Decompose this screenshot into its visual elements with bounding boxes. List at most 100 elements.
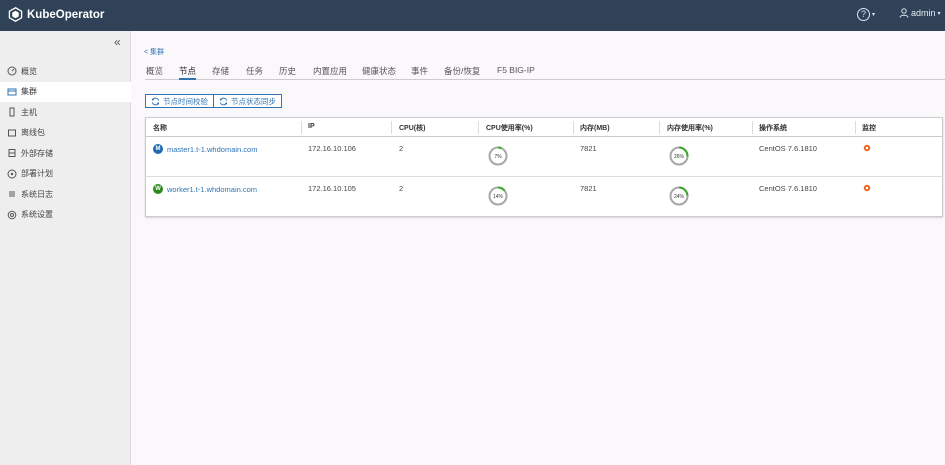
table-header: 名称 IP CPU(核) CPU使用率(%) 内存(MB) 内存使用率(%) 操… [146, 118, 942, 137]
column-header-memory-usage[interactable]: 内存使用率(%) [667, 123, 713, 133]
cpu-usage-value: 14% [493, 194, 504, 200]
tab-nodes[interactable]: 节点 [179, 65, 197, 80]
column-divider [855, 121, 856, 134]
table-row: M master1.t-1.whdomain.com 172.16.10.106… [146, 137, 942, 177]
node-name-link[interactable]: worker1.t-1.whdomain.com [167, 185, 257, 194]
cluster-tabs: 概览 节点 存储 任务 历史 内置应用 健康状态 事件 备份/恢复 F5 BIG… [145, 64, 945, 80]
tab-storage[interactable]: 存储 [212, 65, 229, 77]
node-role-badge: W [153, 184, 163, 194]
app-name: KubeOperator [27, 8, 105, 21]
column-divider [391, 121, 392, 134]
main-content: < 集群 概览 节点 存储 任务 历史 内置应用 健康状态 事件 备份/恢复 F… [131, 31, 945, 465]
user-name: admin [911, 8, 936, 18]
tab-tasks[interactable]: 任务 [246, 65, 263, 77]
tab-history[interactable]: 历史 [279, 65, 296, 77]
node-time-sync-button[interactable]: 节点时间校验 [145, 94, 214, 108]
sync-icon [151, 97, 160, 105]
sidebar-item-system-settings[interactable]: 系统设置 [0, 205, 131, 226]
nodes-table: 名称 IP CPU(核) CPU使用率(%) 内存(MB) 内存使用率(%) 操… [145, 117, 943, 217]
tab-f5-big-ip[interactable]: F5 BIG-IP [497, 65, 535, 75]
cpu-usage-ring: 14% [488, 186, 508, 206]
tab-builtin-apps[interactable]: 内置应用 [313, 65, 347, 77]
node-cpu: 2 [399, 184, 404, 193]
table-row: W worker1.t-1.whdomain.com 172.16.10.105… [146, 177, 942, 217]
node-ip: 172.16.10.106 [308, 144, 356, 153]
tab-health[interactable]: 健康状态 [362, 65, 396, 77]
node-ip: 172.16.10.105 [308, 184, 356, 193]
user-icon [899, 8, 909, 18]
column-header-name[interactable]: 名称 [153, 123, 167, 133]
node-action-buttons: 节点时间校验 节点状态同步 [145, 94, 282, 108]
kubeoperator-logo-icon [8, 7, 23, 22]
node-name-link[interactable]: master1.t-1.whdomain.com [167, 145, 257, 154]
help-menu[interactable]: ? ▾ [857, 8, 875, 21]
sidebar-item-label: 系统设置 [21, 210, 53, 220]
node-status-sync-label: 节点状态同步 [231, 96, 276, 106]
sidebar-item-offline-package[interactable]: 离线包 [0, 123, 131, 144]
sidebar-nav: 概览 集群 主机 离线包 外部存储 部署计划 系统日志 系统设置 [0, 61, 131, 225]
chevron-down-icon: ▾ [872, 12, 876, 18]
settings-icon [7, 210, 17, 220]
sidebar-item-label: 离线包 [21, 128, 45, 138]
memory-usage-ring: 24% [669, 186, 689, 206]
column-divider [573, 121, 574, 134]
host-icon [9, 107, 15, 117]
column-header-ip[interactable]: IP [308, 123, 315, 130]
sidebar-item-label: 系统日志 [21, 189, 53, 199]
tab-overview[interactable]: 概览 [146, 65, 163, 77]
dashboard-icon [7, 66, 17, 76]
sidebar-item-label: 集群 [21, 87, 37, 97]
column-header-cpu[interactable]: CPU(核) [399, 123, 425, 133]
top-bar: KubeOperator ? ▾ admin ▾ [0, 0, 945, 31]
node-name-cell: W worker1.t-1.whdomain.com [153, 184, 257, 194]
column-divider [478, 121, 479, 134]
memory-usage-value: 24% [674, 194, 685, 200]
sidebar-item-overview[interactable]: 概览 [0, 61, 131, 82]
node-time-sync-label: 节点时间校验 [163, 96, 208, 106]
column-header-os[interactable]: 操作系统 [759, 123, 787, 133]
sidebar-item-label: 外部存储 [21, 148, 53, 158]
cpu-usage-ring: 7% [488, 146, 508, 166]
node-role-badge: M [153, 144, 163, 154]
column-divider [301, 121, 302, 134]
grafana-monitor-icon[interactable] [863, 184, 871, 192]
sidebar-item-external-storage[interactable]: 外部存储 [0, 143, 131, 164]
app-logo[interactable]: KubeOperator [8, 7, 104, 22]
node-memory: 7821 [580, 144, 597, 153]
node-os: CentOS 7.6.1810 [759, 184, 817, 193]
sidebar-item-system-log[interactable]: 系统日志 [0, 184, 131, 205]
sidebar-item-host[interactable]: 主机 [0, 102, 131, 123]
cpu-usage-value: 7% [494, 154, 502, 160]
sidebar-item-label: 部署计划 [21, 169, 53, 179]
storage-icon [8, 149, 16, 158]
tab-backup-restore[interactable]: 备份/恢复 [444, 65, 480, 77]
sidebar-item-deploy-plan[interactable]: 部署计划 [0, 164, 131, 185]
node-status-sync-button[interactable]: 节点状态同步 [214, 94, 282, 108]
column-header-monitor[interactable]: 监控 [862, 123, 876, 133]
grafana-monitor-icon[interactable] [863, 144, 871, 152]
question-circle-icon: ? [857, 8, 870, 21]
memory-usage-ring: 26% [669, 146, 689, 166]
node-cpu: 2 [399, 144, 404, 153]
sidebar-item-cluster[interactable]: 集群 [0, 81, 131, 102]
node-os: CentOS 7.6.1810 [759, 144, 817, 153]
tab-events[interactable]: 事件 [411, 65, 428, 77]
collapse-sidebar-icon[interactable]: « [114, 35, 121, 49]
sidebar: « 概览 集群 主机 离线包 外部存储 部署计划 系统日志 系统设置 [0, 31, 131, 465]
chevron-down-icon: ▾ [937, 10, 941, 17]
column-header-cpu-usage[interactable]: CPU使用率(%) [486, 123, 533, 133]
plan-icon [7, 169, 17, 179]
user-menu[interactable]: admin ▾ [899, 8, 941, 18]
column-divider [752, 121, 753, 134]
cluster-icon [7, 88, 17, 96]
node-memory: 7821 [580, 184, 597, 193]
memory-usage-value: 26% [674, 154, 685, 160]
sidebar-item-label: 主机 [21, 107, 37, 117]
column-divider [659, 121, 660, 134]
log-icon [9, 191, 15, 197]
node-name-cell: M master1.t-1.whdomain.com [153, 144, 257, 154]
package-icon [8, 129, 16, 137]
back-to-clusters-link[interactable]: < 集群 [144, 47, 164, 57]
sync-icon [219, 97, 228, 105]
column-header-memory[interactable]: 内存(MB) [580, 123, 610, 133]
